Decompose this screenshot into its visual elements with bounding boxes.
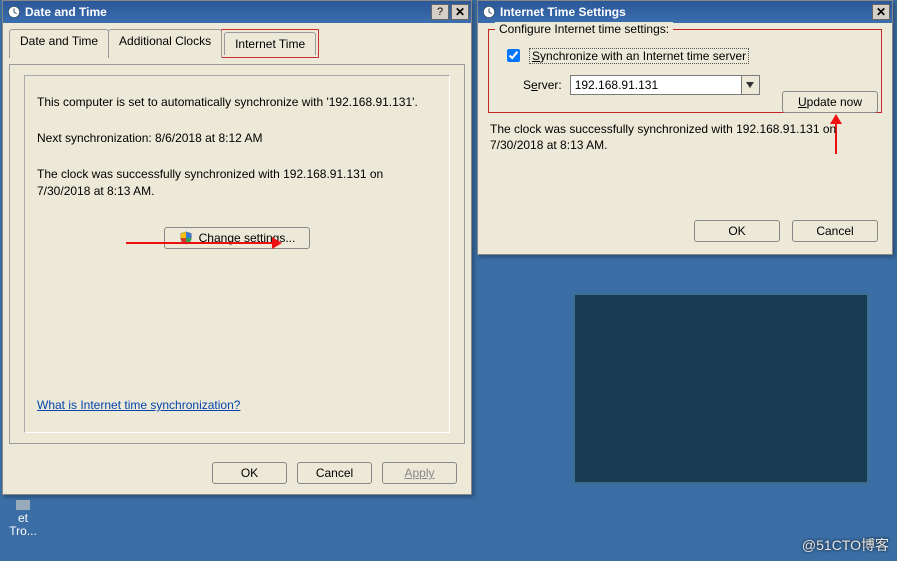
cancel-button[interactable]: Cancel — [297, 462, 372, 484]
change-settings-button[interactable]: Change settings... — [164, 227, 311, 249]
apply-button[interactable]: Apply — [382, 462, 457, 484]
dialog-button-row: OK Cancel Apply — [212, 462, 457, 484]
titlebar[interactable]: Internet Time Settings ✕ — [478, 1, 892, 23]
cancel-button[interactable]: Cancel — [792, 220, 878, 242]
tab-date-and-time[interactable]: Date and Time — [9, 29, 109, 58]
sync-result-text: The clock was successfully synchronized … — [490, 121, 880, 153]
group-title: Configure Internet time settings: — [495, 22, 673, 36]
close-button[interactable]: ✕ — [451, 4, 469, 20]
ok-button[interactable]: OK — [694, 220, 780, 242]
change-settings-label: Change settings... — [199, 231, 296, 245]
ok-button[interactable]: OK — [212, 462, 287, 484]
synchronize-label: Synchronize with an Internet time server — [529, 48, 749, 64]
clock-icon — [482, 5, 496, 19]
sync-status-text: This computer is set to automatically sy… — [37, 94, 437, 110]
desktop-icon-glyph — [16, 500, 30, 510]
update-now-button[interactable]: Update now — [782, 91, 878, 113]
tab-label: Internet Time — [235, 37, 305, 51]
tab-additional-clocks[interactable]: Additional Clocks — [108, 29, 222, 58]
last-sync-text: The clock was successfully synchronized … — [37, 166, 437, 198]
titlebar[interactable]: Date and Time ? ✕ — [3, 1, 471, 23]
server-combobox[interactable] — [570, 75, 760, 95]
desktop-icon-label: et Tro... — [9, 511, 37, 538]
desktop-icon[interactable]: et Tro... — [0, 500, 46, 538]
tab-pane: This computer is set to automatically sy… — [9, 64, 465, 444]
tabstrip: Date and Time Additional Clocks Internet… — [3, 23, 471, 58]
window-title: Date and Time — [25, 5, 429, 19]
internet-time-help-link[interactable]: What is Internet time synchronization? — [37, 398, 240, 412]
next-sync-text: Next synchronization: 8/6/2018 at 8:12 A… — [37, 130, 437, 146]
window-date-and-time: Date and Time ? ✕ Date and Time Addition… — [2, 0, 472, 495]
watermark-text: @51CTO博客 — [802, 535, 889, 555]
apply-label: Apply — [404, 466, 434, 480]
close-button[interactable]: ✕ — [872, 4, 890, 20]
window-internet-time-settings: Internet Time Settings ✕ Configure Inter… — [477, 0, 893, 255]
chevron-down-icon[interactable] — [741, 76, 759, 94]
help-button[interactable]: ? — [431, 4, 449, 20]
server-label: Server: — [523, 78, 562, 92]
clock-icon — [7, 5, 21, 19]
empty-panel — [573, 293, 869, 484]
dialog-button-row: OK Cancel — [694, 220, 878, 242]
tab-label: Date and Time — [20, 34, 98, 48]
uac-shield-icon — [179, 231, 193, 245]
synchronize-checkbox[interactable] — [507, 49, 520, 62]
server-input[interactable] — [571, 76, 741, 94]
tab-label: Additional Clocks — [119, 34, 211, 48]
tab-internet-time[interactable]: Internet Time — [224, 32, 316, 55]
window-title: Internet Time Settings — [500, 5, 870, 19]
